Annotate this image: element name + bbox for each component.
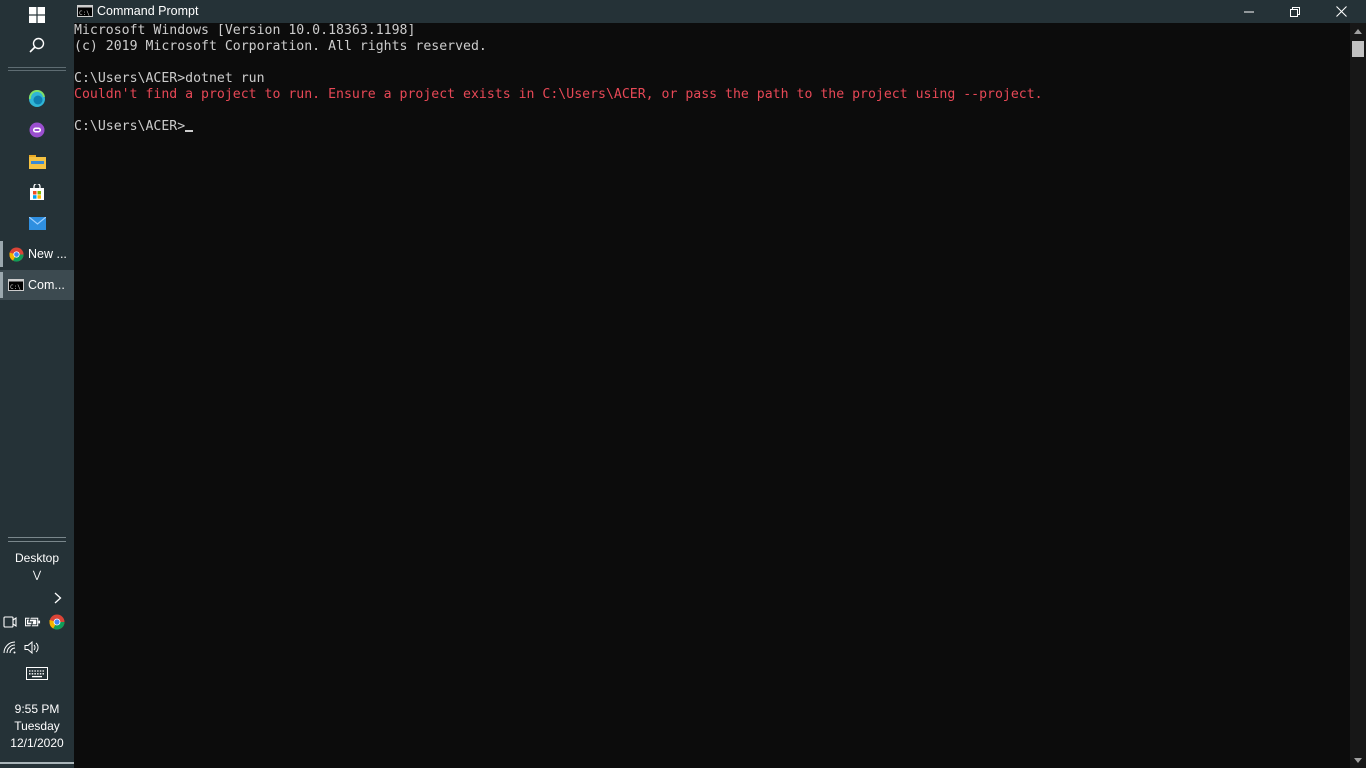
show-desktop-button[interactable] [0, 762, 74, 764]
file-explorer-button[interactable] [0, 146, 74, 176]
desktop-toolbar-label[interactable]: Desktop [0, 551, 74, 565]
svg-text:C:\: C:\ [10, 284, 21, 291]
taskbar-app-label: Com... [28, 278, 65, 292]
taskbar-separator [8, 537, 66, 538]
console-output[interactable]: Microsoft Windows [Version 10.0.18363.11… [74, 23, 1350, 768]
taskbar: New ... C:\ Com... Desktop ⋁ 9:55 PM Tue… [0, 0, 74, 768]
network-button[interactable] [2, 639, 18, 655]
meet-now-button[interactable] [2, 614, 18, 630]
file-explorer-icon [28, 154, 46, 169]
edge-icon [28, 90, 45, 107]
clock-time[interactable]: 9:55 PM [0, 701, 74, 718]
svg-text:C:\: C:\ [79, 10, 90, 17]
console-error-line: Couldn't find a project to run. Ensure a… [74, 87, 1043, 102]
minimize-icon [1244, 11, 1254, 12]
battery-icon [25, 616, 41, 628]
battery-button[interactable] [25, 614, 41, 630]
close-button[interactable] [1318, 0, 1364, 23]
meet-now-icon [3, 616, 17, 628]
minimize-button[interactable] [1226, 0, 1272, 23]
window-title: Command Prompt [97, 4, 199, 18]
console-line: Microsoft Windows [Version 10.0.18363.11… [74, 23, 416, 38]
caret-up-icon [1354, 28, 1362, 34]
cmd-icon: C:\ [8, 279, 24, 291]
restore-button[interactable] [1272, 0, 1318, 23]
close-icon [1335, 6, 1347, 17]
clock-day[interactable]: Tuesday [0, 718, 74, 735]
scroll-up-button[interactable] [1350, 23, 1366, 39]
title-bar[interactable]: C:\ Command Prompt [74, 0, 1366, 23]
start-button[interactable] [0, 0, 74, 30]
wifi-icon [3, 641, 15, 653]
restore-icon [1290, 6, 1300, 17]
double-chevron-down-icon[interactable]: ⋁ [0, 570, 74, 581]
volume-button[interactable] [24, 639, 40, 655]
store-button[interactable] [0, 177, 74, 207]
cmd-icon: C:\ [77, 5, 93, 17]
search-button[interactable] [0, 30, 74, 60]
show-hidden-icons-button[interactable] [50, 590, 66, 606]
taskbar-separator [8, 67, 66, 68]
mail-button[interactable] [0, 208, 74, 238]
running-indicator [0, 272, 3, 298]
text-cursor [185, 130, 194, 132]
chrome-tray-icon [49, 614, 65, 630]
scrollbar-thumb[interactable] [1352, 41, 1364, 57]
search-icon [29, 37, 45, 53]
command-prompt-window[interactable]: C:\ Command Prompt Microsoft Windows [Ve… [74, 0, 1366, 768]
taskbar-app-label: New ... [28, 247, 67, 261]
console-line: (c) 2019 Microsoft Corporation. All righ… [74, 39, 487, 54]
vertical-scrollbar[interactable] [1350, 23, 1366, 768]
touch-keyboard-icon [26, 666, 48, 680]
taskbar-app-command-prompt[interactable]: C:\ Com... [0, 270, 74, 300]
podcast-icon [29, 122, 45, 138]
mail-icon [28, 216, 46, 230]
edge-button[interactable] [0, 84, 74, 114]
touch-keyboard-button[interactable] [25, 665, 49, 681]
scroll-down-button[interactable] [1350, 752, 1366, 768]
clock-date[interactable]: 12/1/2020 [0, 735, 74, 752]
windows-logo-icon [29, 7, 45, 23]
taskbar-separator [8, 70, 66, 71]
console-prompt-line[interactable]: C:\Users\ACER> [74, 119, 194, 135]
taskbar-app-chrome[interactable]: New ... [0, 239, 74, 269]
volume-icon [24, 640, 39, 654]
console-line: C:\Users\ACER>dotnet run [74, 71, 265, 86]
taskbar-separator [8, 541, 66, 542]
chevron-right-icon [54, 592, 62, 604]
chrome-icon [8, 246, 24, 262]
store-icon [30, 184, 44, 200]
prompt-text: C:\Users\ACER> [74, 119, 186, 134]
chrome-tray-button[interactable] [49, 614, 65, 630]
running-indicator [0, 241, 3, 267]
podcast-button[interactable] [0, 115, 74, 145]
caret-down-icon [1354, 757, 1362, 763]
